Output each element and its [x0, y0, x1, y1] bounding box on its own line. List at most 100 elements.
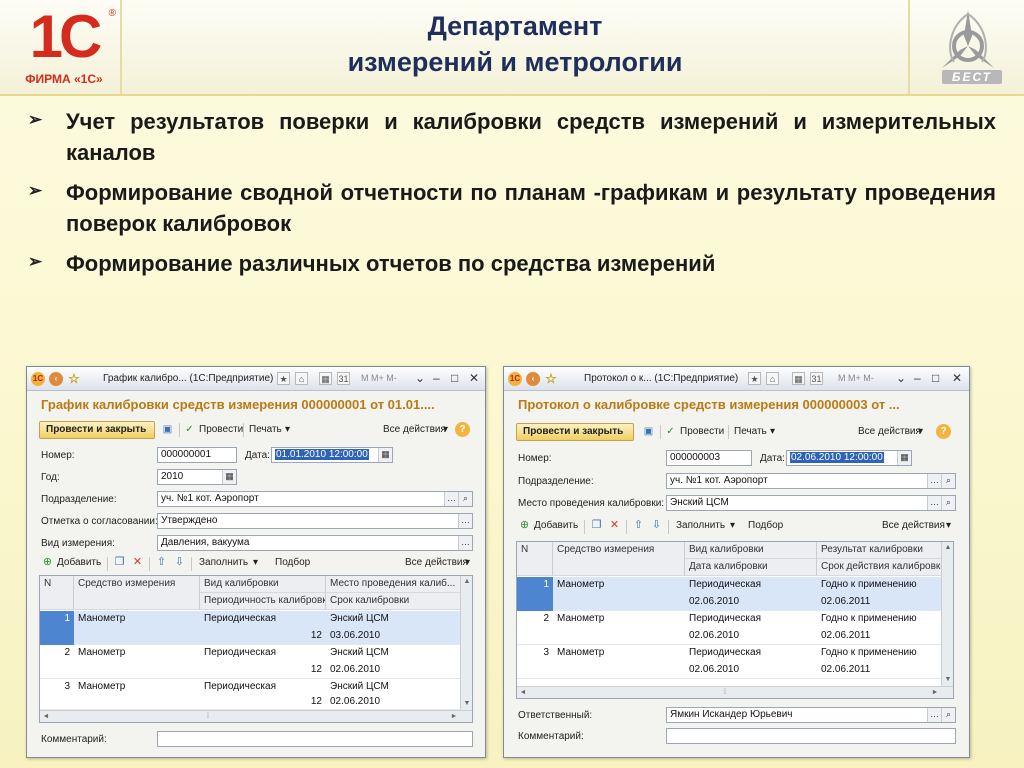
add-icon[interactable]: ⊕	[41, 556, 54, 569]
date-field[interactable]: 02.06.2010 12:00:00 ▦	[786, 450, 912, 466]
table-vertical-scrollbar[interactable]: ▲ ▼	[460, 576, 472, 710]
responsible-field[interactable]: Ямкин Искандер Юрьевич … ⌕	[666, 707, 956, 723]
table-row[interactable]: 1 Манометр Периодическая Годно к примене…	[517, 577, 943, 611]
date-field[interactable]: 01.01.2010 12:00:00 ▦	[271, 447, 393, 463]
department-open-icon[interactable]: ⌕	[458, 492, 472, 506]
all-actions-chevron-icon[interactable]: ▾	[443, 424, 448, 435]
add-icon[interactable]: ⊕	[518, 519, 531, 532]
fill-menu-button[interactable]: Заполнить	[676, 520, 725, 531]
table-all-actions-menu[interactable]: Все действия	[882, 520, 945, 531]
move-up-icon[interactable]: ⇧	[155, 556, 168, 569]
calendar-icon[interactable]: 31	[337, 372, 350, 385]
table-row[interactable]: 3 Манометр Периодическая Энский ЦСМ 12 0…	[40, 679, 462, 710]
table-all-actions-chevron-icon[interactable]: ▾	[465, 557, 470, 568]
scroll-thumb-icon[interactable]: ⁞	[202, 711, 214, 722]
post-icon[interactable]: ✓	[183, 423, 196, 436]
add-row-button[interactable]: Добавить	[57, 557, 101, 568]
scroll-thumb-icon[interactable]: ⁞	[719, 687, 731, 698]
print-menu-chevron-icon[interactable]: ▾	[770, 426, 775, 437]
department-open-icon[interactable]: ⌕	[941, 474, 955, 488]
approval-choose-button[interactable]: …	[458, 514, 472, 528]
move-up-icon[interactable]: ⇧	[632, 519, 645, 532]
column-header-instrument[interactable]: Средство измерения	[74, 576, 200, 610]
department-choose-button[interactable]: …	[927, 474, 941, 488]
scroll-up-icon[interactable]: ▲	[942, 542, 953, 554]
comment-field[interactable]	[157, 731, 473, 747]
print-menu-chevron-icon[interactable]: ▾	[285, 424, 290, 435]
back-arrow-icon[interactable]: ‹	[526, 372, 540, 386]
calculator-icon[interactable]: ▦	[792, 372, 805, 385]
fill-menu-button[interactable]: Заполнить	[199, 557, 248, 568]
responsible-open-icon[interactable]: ⌕	[941, 708, 955, 722]
save-icon[interactable]: ▣	[642, 425, 655, 438]
maximize-icon[interactable]: □	[932, 371, 939, 385]
link-icon[interactable]: ⌂	[295, 372, 308, 385]
table-horizontal-scrollbar[interactable]: ◄ ⁞ ►	[40, 710, 472, 722]
scroll-up-icon[interactable]: ▲	[461, 576, 472, 588]
column-header-validity[interactable]: Срок действия калибровки	[817, 559, 943, 576]
all-actions-menu[interactable]: Все действия	[383, 424, 446, 435]
scroll-right-icon[interactable]: ►	[448, 711, 460, 722]
scroll-right-icon[interactable]: ►	[929, 687, 941, 698]
chevron-down-icon[interactable]: ⌄	[415, 371, 425, 385]
print-menu-button[interactable]: Печать	[249, 424, 282, 435]
copy-row-icon[interactable]: ❐	[113, 556, 126, 569]
column-header-calibration-kind[interactable]: Вид калибровки	[685, 542, 817, 559]
responsible-choose-button[interactable]: …	[927, 708, 941, 722]
comment-field[interactable]	[666, 728, 956, 744]
table-all-actions-menu[interactable]: Все действия	[405, 557, 468, 568]
column-header-term[interactable]: Срок калибровки	[326, 593, 462, 610]
number-field[interactable]: 000000001	[157, 447, 237, 463]
table-all-actions-chevron-icon[interactable]: ▾	[946, 520, 951, 531]
post-button[interactable]: Провести	[680, 426, 724, 437]
favorites-add-icon[interactable]: ★	[277, 372, 290, 385]
pick-button[interactable]: Подбор	[748, 520, 783, 531]
column-header-calibration-date[interactable]: Дата калибровки	[685, 559, 817, 576]
favorite-star-icon[interactable]: ☆	[544, 372, 558, 386]
delete-row-icon[interactable]: ✕	[131, 556, 144, 569]
move-down-icon[interactable]: ⇩	[650, 519, 663, 532]
link-icon[interactable]: ⌂	[766, 372, 779, 385]
measure-kind-choose-button[interactable]: …	[458, 536, 472, 550]
chevron-down-icon[interactable]: ⌄	[896, 371, 906, 385]
table-row[interactable]: 2 Манометр Периодическая Энский ЦСМ 12 0…	[40, 645, 462, 679]
post-icon[interactable]: ✓	[664, 425, 677, 438]
favorites-add-icon[interactable]: ★	[748, 372, 761, 385]
department-field[interactable]: уч. №1 кот. Аэропорт … ⌕	[157, 491, 473, 507]
place-choose-button[interactable]: …	[927, 496, 941, 510]
post-and-close-button[interactable]: Провести и закрыть	[516, 423, 634, 441]
fill-menu-chevron-icon[interactable]: ▾	[730, 520, 735, 531]
department-choose-button[interactable]: …	[444, 492, 458, 506]
place-open-icon[interactable]: ⌕	[941, 496, 955, 510]
all-actions-menu[interactable]: Все действия	[858, 426, 921, 437]
all-actions-chevron-icon[interactable]: ▾	[918, 426, 923, 437]
calendar-picker-icon[interactable]: ▦	[378, 448, 392, 462]
post-and-close-button[interactable]: Провести и закрыть	[39, 421, 155, 439]
memory-buttons[interactable]: M M+ M-	[838, 373, 874, 383]
year-picker-icon[interactable]: ▦	[222, 470, 236, 484]
table-row[interactable]: 2 Манометр Периодическая Годно к примене…	[517, 611, 943, 645]
1c-app-icon[interactable]: 1С	[31, 372, 45, 386]
fill-menu-chevron-icon[interactable]: ▾	[253, 557, 258, 568]
scroll-down-icon[interactable]: ▼	[461, 698, 472, 710]
column-header-calibration-kind[interactable]: Вид калибровки	[200, 576, 326, 593]
post-button[interactable]: Провести	[199, 424, 243, 435]
memory-buttons[interactable]: M M+ M-	[361, 373, 397, 383]
delete-row-icon[interactable]: ✕	[608, 519, 621, 532]
measure-kind-field[interactable]: Давления, вакуума …	[157, 535, 473, 551]
print-menu-button[interactable]: Печать	[734, 426, 767, 437]
help-icon[interactable]: ?	[936, 424, 951, 439]
maximize-icon[interactable]: □	[451, 371, 458, 385]
help-icon[interactable]: ?	[455, 422, 470, 437]
scroll-left-icon[interactable]: ◄	[40, 711, 52, 722]
minimize-icon[interactable]: –	[433, 371, 440, 385]
column-header-n[interactable]: N	[40, 576, 74, 610]
calibration-place-field[interactable]: Энский ЦСМ … ⌕	[666, 495, 956, 511]
year-field[interactable]: 2010 ▦	[157, 469, 237, 485]
add-row-button[interactable]: Добавить	[534, 520, 578, 531]
minimize-icon[interactable]: –	[914, 371, 921, 385]
column-header-periodicity[interactable]: Периодичность калибровки	[200, 593, 326, 610]
scroll-left-icon[interactable]: ◄	[517, 687, 529, 698]
1c-app-icon[interactable]: 1С	[508, 372, 522, 386]
close-icon[interactable]: ✕	[952, 371, 962, 385]
